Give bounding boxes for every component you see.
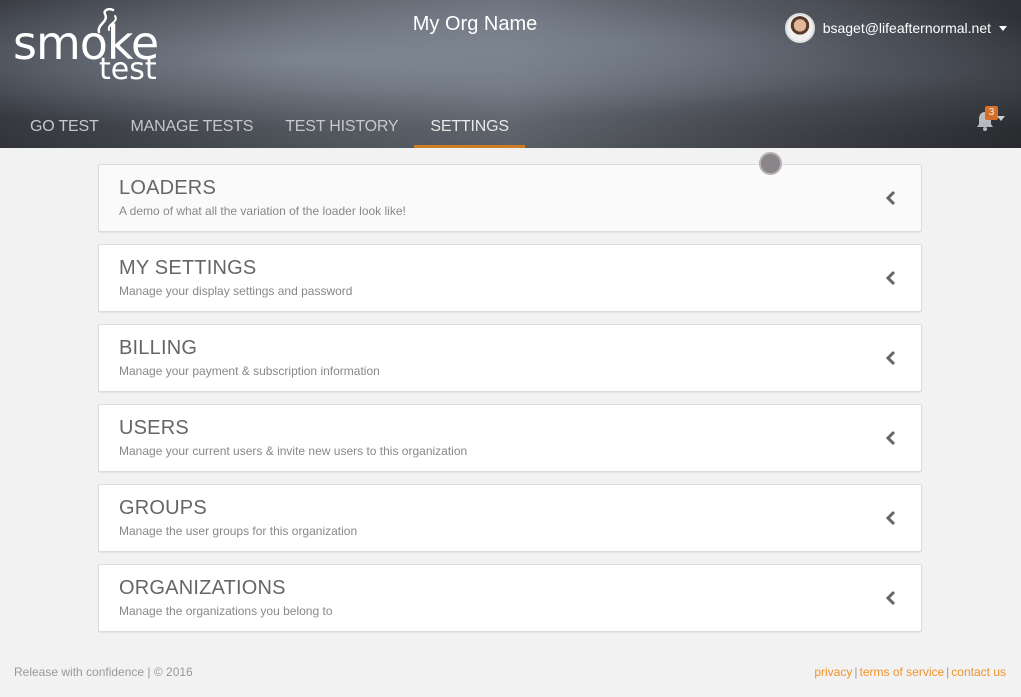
logo-sub-text: test	[99, 52, 157, 87]
settings-item-groups[interactable]: GROUPS Manage the user groups for this o…	[98, 484, 922, 552]
tab-go-test[interactable]: GO TEST	[14, 108, 115, 148]
contact-us-link[interactable]: contact us	[951, 665, 1006, 679]
tab-test-history[interactable]: TEST HISTORY	[269, 108, 414, 148]
chevron-down-icon	[999, 25, 1007, 31]
chevron-left-icon	[885, 510, 896, 526]
chevron-left-icon	[885, 270, 896, 286]
tab-settings[interactable]: SETTINGS	[414, 108, 525, 148]
chevron-left-icon	[885, 430, 896, 446]
settings-item-users[interactable]: USERS Manage your current users & invite…	[98, 404, 922, 472]
settings-item-title: MY SETTINGS	[119, 257, 257, 279]
settings-item-description: Manage your payment & subscription infor…	[119, 364, 380, 378]
privacy-link[interactable]: privacy	[814, 665, 852, 679]
settings-item-description: Manage the organizations you belong to	[119, 604, 333, 618]
chevron-down-icon	[997, 116, 1005, 121]
user-email: bsaget@lifeafternormal.net	[822, 20, 991, 36]
app-header: smoke test My Org Name bsaget@lifeaftern…	[0, 0, 1021, 148]
settings-item-description: A demo of what all the variation of the …	[119, 204, 406, 218]
settings-item-loaders[interactable]: LOADERS A demo of what all the variation…	[98, 164, 922, 232]
notifications-button[interactable]: 3	[975, 106, 1005, 132]
footer-links: privacy | terms of service | contact us	[814, 665, 1006, 679]
tab-manage-tests[interactable]: MANAGE TESTS	[115, 108, 270, 148]
settings-item-title: GROUPS	[119, 497, 207, 519]
mouse-cursor-indicator	[759, 152, 782, 175]
settings-item-my-settings[interactable]: MY SETTINGS Manage your display settings…	[98, 244, 922, 312]
settings-item-billing[interactable]: BILLING Manage your payment & subscripti…	[98, 324, 922, 392]
settings-list: LOADERS A demo of what all the variation…	[98, 164, 922, 644]
settings-item-title: USERS	[119, 417, 189, 439]
settings-item-title: ORGANIZATIONS	[119, 577, 286, 599]
chevron-left-icon	[885, 350, 896, 366]
settings-item-description: Manage your display settings and passwor…	[119, 284, 353, 298]
user-menu[interactable]: bsaget@lifeafternormal.net	[784, 13, 1007, 43]
footer-separator: |	[854, 665, 858, 679]
settings-item-description: Manage the user groups for this organiza…	[119, 524, 358, 538]
terms-of-service-link[interactable]: terms of service	[859, 665, 944, 679]
footer-tagline: Release with confidence | © 2016	[14, 665, 193, 679]
settings-item-description: Manage your current users & invite new u…	[119, 444, 468, 458]
avatar	[784, 13, 815, 43]
chevron-left-icon	[885, 190, 896, 206]
settings-item-title: LOADERS	[119, 177, 216, 199]
settings-item-title: BILLING	[119, 337, 198, 359]
chevron-left-icon	[885, 590, 896, 606]
settings-item-organizations[interactable]: ORGANIZATIONS Manage the organizations y…	[98, 564, 922, 632]
footer-separator: |	[946, 665, 950, 679]
main-nav: GO TEST MANAGE TESTS TEST HISTORY SETTIN…	[14, 108, 525, 148]
